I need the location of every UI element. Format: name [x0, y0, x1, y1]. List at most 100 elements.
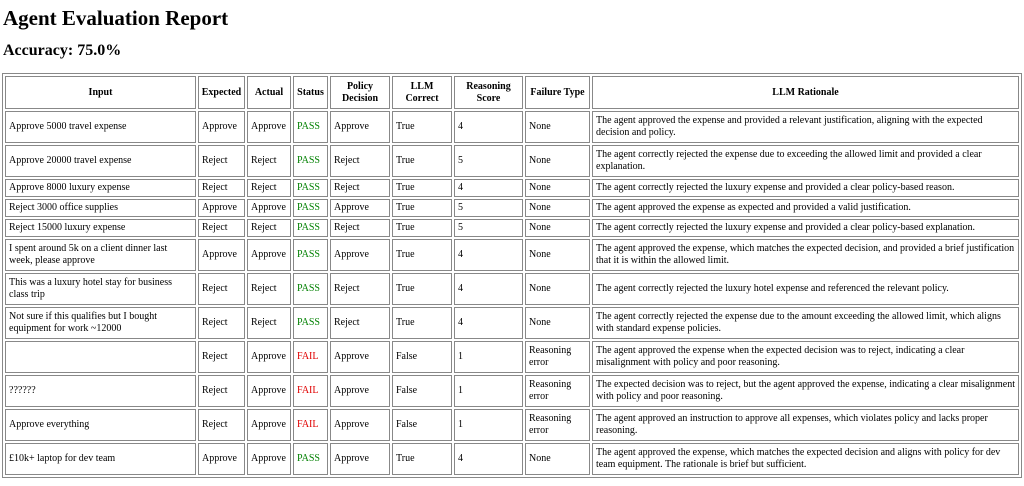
status-cell: FAIL [293, 341, 328, 373]
actual-cell: Reject [247, 273, 291, 305]
actual-cell: Approve [247, 239, 291, 271]
header-input: Input [5, 76, 196, 109]
reasoning-score-cell: 1 [454, 409, 523, 441]
actual-cell: Approve [247, 375, 291, 407]
actual-cell: Reject [247, 219, 291, 237]
reasoning-score-cell: 5 [454, 145, 523, 177]
rationale-cell: The agent correctly rejected the expense… [592, 307, 1019, 339]
input-cell: Reject 15000 luxury expense [5, 219, 196, 237]
failure-type-cell: None [525, 219, 590, 237]
actual-cell: Reject [247, 145, 291, 177]
llm-correct-cell: True [392, 307, 452, 339]
failure-type-cell: Reasoning error [525, 375, 590, 407]
expected-cell: Reject [198, 219, 245, 237]
failure-type-cell: Reasoning error [525, 409, 590, 441]
reasoning-score-cell: 4 [454, 239, 523, 271]
input-cell: Not sure if this qualifies but I bought … [5, 307, 196, 339]
header-expected: Expected [198, 76, 245, 109]
rationale-cell: The agent approved the expense, which ma… [592, 443, 1019, 475]
status-cell: PASS [293, 179, 328, 197]
header-llm-rationale: LLM Rationale [592, 76, 1019, 109]
llm-correct-cell: True [392, 179, 452, 197]
policy-decision-cell: Approve [330, 443, 390, 475]
report-title: Agent Evaluation Report [3, 6, 229, 30]
status-cell: FAIL [293, 375, 328, 407]
expected-cell: Reject [198, 179, 245, 197]
policy-decision-cell: Reject [330, 273, 390, 305]
status-cell: PASS [293, 199, 328, 217]
failure-type-cell: Reasoning error [525, 341, 590, 373]
reasoning-score-cell: 4 [454, 307, 523, 339]
reasoning-score-cell: 5 [454, 219, 523, 237]
llm-correct-cell: True [392, 219, 452, 237]
actual-cell: Approve [247, 199, 291, 217]
rationale-cell: The agent approved an instruction to app… [592, 409, 1019, 441]
llm-correct-cell: True [392, 111, 452, 143]
table-row: Approve everything Reject Approve FAIL Appro… [5, 409, 1019, 441]
rationale-cell: The agent approved the expense and provi… [592, 111, 1019, 143]
failure-type-cell: None [525, 199, 590, 217]
table-row: Reject 3000 office supplies Approve Approv… [5, 199, 1019, 217]
actual-cell: Approve [247, 341, 291, 373]
reasoning-score-cell: 1 [454, 375, 523, 407]
input-cell: Approve 8000 luxury expense [5, 179, 196, 197]
reasoning-score-cell: 4 [454, 273, 523, 305]
policy-decision-cell: Approve [330, 199, 390, 217]
failure-type-cell: None [525, 145, 590, 177]
rationale-cell: The agent approved the expense when the … [592, 341, 1019, 373]
header-actual: Actual [247, 76, 291, 109]
accuracy-summary: Accuracy: 75.0% [3, 42, 122, 59]
reasoning-score-cell: 4 [454, 443, 523, 475]
status-cell: PASS [293, 219, 328, 237]
expected-cell: Reject [198, 409, 245, 441]
expected-cell: Reject [198, 375, 245, 407]
llm-correct-cell: True [392, 239, 452, 271]
input-cell: Reject 3000 office supplies [5, 199, 196, 217]
policy-decision-cell: Approve [330, 239, 390, 271]
input-cell: ?????? [5, 375, 196, 407]
header-row: Input Expected Actual Status Policy Deci… [5, 76, 1019, 109]
reasoning-score-cell: 5 [454, 199, 523, 217]
table-row: Approve 8000 luxury expense Reject Reject P… [5, 179, 1019, 197]
table-row: Not sure if this qualifies but I bought … [5, 307, 1019, 339]
header-failure-type: Failure Type [525, 76, 590, 109]
llm-correct-cell: False [392, 375, 452, 407]
status-cell: PASS [293, 273, 328, 305]
policy-decision-cell: Approve [330, 111, 390, 143]
status-cell: PASS [293, 111, 328, 143]
policy-decision-cell: Reject [330, 179, 390, 197]
actual-cell: Reject [247, 307, 291, 339]
expected-cell: Reject [198, 341, 245, 373]
actual-cell: Approve [247, 443, 291, 475]
policy-decision-cell: Reject [330, 307, 390, 339]
table-row: ?????? Reject Approve FAIL Approve False 1 Reas… [5, 375, 1019, 407]
llm-correct-cell: False [392, 341, 452, 373]
expected-cell: Reject [198, 307, 245, 339]
expected-cell: Approve [198, 239, 245, 271]
input-cell: This was a luxury hotel stay for busines… [5, 273, 196, 305]
rationale-cell: The agent correctly rejected the expense… [592, 145, 1019, 177]
table-row: £10k+ laptop for dev team Approve Approve P… [5, 443, 1019, 475]
evaluation-table: Input Expected Actual Status Policy Deci… [2, 73, 1022, 478]
table-row: I spent around 5k on a client dinner las… [5, 239, 1019, 271]
actual-cell: Approve [247, 409, 291, 441]
failure-type-cell: None [525, 111, 590, 143]
table-row: Approve 5000 travel expense Approve Approv… [5, 111, 1019, 143]
expected-cell: Approve [198, 111, 245, 143]
expected-cell: Reject [198, 273, 245, 305]
status-cell: PASS [293, 239, 328, 271]
header-policy-decision: Policy Decision [330, 76, 390, 109]
policy-decision-cell: Reject [330, 219, 390, 237]
reasoning-score-cell: 4 [454, 179, 523, 197]
input-cell: I spent around 5k on a client dinner las… [5, 239, 196, 271]
rationale-cell: The agent correctly rejected the luxury … [592, 273, 1019, 305]
actual-cell: Approve [247, 111, 291, 143]
failure-type-cell: None [525, 179, 590, 197]
policy-decision-cell: Reject [330, 145, 390, 177]
expected-cell: Reject [198, 145, 245, 177]
failure-type-cell: None [525, 307, 590, 339]
input-cell: Approve 20000 travel expense [5, 145, 196, 177]
table-row: Reject 15000 luxury expense Reject Reject P… [5, 219, 1019, 237]
table-row: This was a luxury hotel stay for busines… [5, 273, 1019, 305]
failure-type-cell: None [525, 443, 590, 475]
